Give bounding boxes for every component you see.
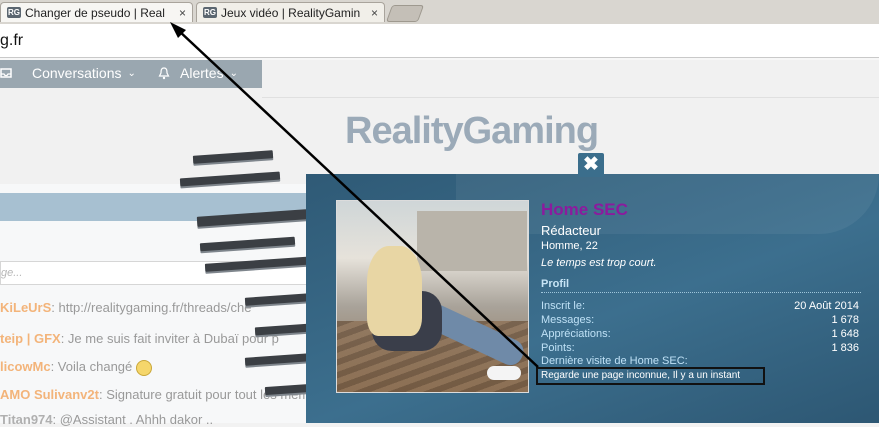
stat-value: 1 836 xyxy=(831,342,859,354)
member-status: Le temps est trop court. xyxy=(541,257,657,269)
avatar-hair xyxy=(367,246,422,336)
realitygaming-favicon-icon: RG xyxy=(203,7,217,18)
profile-section-title: Profil xyxy=(541,278,570,290)
member-username[interactable]: Home SEC xyxy=(541,200,628,220)
url-field[interactable]: g.fr xyxy=(0,24,879,58)
tab-changer-de-pseudo[interactable]: RG Changer de pseudo | Real × xyxy=(0,2,193,22)
tab-strip: RG Changer de pseudo | Real × RG Jeux vi… xyxy=(0,0,879,24)
address-bar: g.fr xyxy=(0,24,879,61)
nav-alerts[interactable]: Alertes ⌄ xyxy=(158,65,238,81)
new-tab-button[interactable] xyxy=(385,5,425,22)
stat-value: 1 648 xyxy=(831,328,859,340)
avatar-building xyxy=(417,211,527,271)
weapon-image xyxy=(196,209,308,227)
weapon-image xyxy=(179,171,281,187)
site-logo[interactable]: RealityGaming xyxy=(345,110,599,153)
weapon-image xyxy=(199,236,296,252)
chat-username[interactable]: Titan974 xyxy=(0,412,53,427)
nav-conversations-label: Conversations xyxy=(32,65,122,81)
tab-title: Jeux vidéo | RealityGamin xyxy=(221,5,361,20)
weapon-image xyxy=(204,256,316,272)
user-navbar: Conversations ⌄ Alertes ⌄ xyxy=(0,60,262,88)
stat-value: 20 Août 2014 xyxy=(794,300,859,312)
chat-username[interactable]: AMO Sulivanv2t xyxy=(0,387,99,402)
chat-username[interactable]: KiLeUrS xyxy=(0,300,51,315)
member-role: Rédacteur xyxy=(541,223,601,238)
tab-jeux-video[interactable]: RG Jeux vidéo | RealityGamin × xyxy=(196,2,385,22)
last-visit-value: Regarde une page inconnue, Il y a un ins… xyxy=(536,367,765,385)
nav-alerts-label: Alertes xyxy=(180,65,224,81)
close-tab-icon[interactable]: × xyxy=(179,6,186,20)
profile-divider xyxy=(541,292,861,293)
smiley-icon xyxy=(136,359,153,376)
close-tab-icon[interactable]: × xyxy=(371,6,378,20)
close-popup-button[interactable]: ✖ xyxy=(578,153,604,177)
stat-label[interactable]: Messages: xyxy=(541,314,594,326)
stat-points: Points: 1 836 xyxy=(541,342,859,354)
last-visit-label: Dernière visite de Home SEC: xyxy=(541,355,688,367)
member-avatar[interactable] xyxy=(336,200,529,393)
stat-label: Inscrit le: xyxy=(541,300,586,312)
realitygaming-favicon-icon: RG xyxy=(7,7,21,18)
header-divider xyxy=(262,97,879,98)
weapons-decoration xyxy=(175,145,326,423)
stat-label: Appréciations: xyxy=(541,328,611,340)
stat-value: 1 678 xyxy=(831,314,859,326)
chat-username[interactable]: teip | GFX xyxy=(0,331,61,346)
stat-likes: Appréciations: 1 648 xyxy=(541,328,859,340)
stat-messages: Messages: 1 678 xyxy=(541,314,859,326)
chevron-down-icon: ⌄ xyxy=(229,67,238,79)
nav-conversations[interactable]: Conversations ⌄ xyxy=(0,65,136,81)
bell-icon xyxy=(158,66,170,79)
stat-label[interactable]: Points: xyxy=(541,342,575,354)
inbox-icon xyxy=(0,68,12,78)
chevron-down-icon: ⌄ xyxy=(127,67,136,79)
tab-title: Changer de pseudo | Real xyxy=(25,5,165,20)
weapon-image xyxy=(192,150,274,164)
chat-text: : Voila changé xyxy=(50,359,133,374)
stat-joined: Inscrit le: 20 Août 2014 xyxy=(541,300,859,312)
member-info: Homme, 22 xyxy=(541,240,598,252)
chat-message: licowMc: Voila changé xyxy=(0,359,153,376)
chat-username[interactable]: licowMc xyxy=(0,359,51,374)
avatar-shoe xyxy=(487,366,521,380)
